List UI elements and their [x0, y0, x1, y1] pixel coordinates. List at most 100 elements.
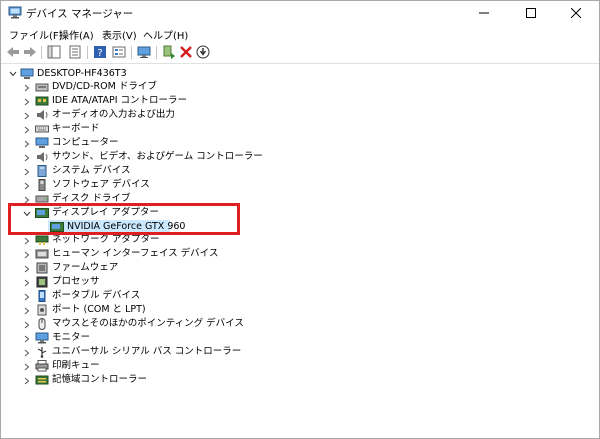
menu-view[interactable]: 表示(V): [102, 27, 137, 42]
tree-item-expander[interactable]: [22, 318, 32, 332]
tree-item-expander[interactable]: [22, 165, 32, 179]
tree-item-label: ユニバーサル シリアル バス コントローラー: [52, 346, 242, 357]
system-device-icon: [37, 165, 47, 177]
tree-item-expander[interactable]: [22, 234, 32, 248]
chevron-right-icon: [24, 321, 30, 329]
tree-item-expander[interactable]: [22, 109, 32, 123]
toolbar-separator: [87, 46, 88, 59]
tree-item-expander[interactable]: [22, 374, 32, 388]
dvd-drive-icon: [35, 83, 49, 92]
tree-item-expander[interactable]: [22, 179, 32, 193]
tree-item-expander[interactable]: [22, 262, 32, 276]
menu-file[interactable]: ファイル(F): [9, 27, 63, 42]
scan-hardware-changes-button[interactable]: [195, 44, 211, 60]
uninstall-device-icon: [180, 46, 192, 58]
tree-item-label: オーディオの入力および出力: [52, 109, 175, 120]
menu-action[interactable]: 操作(A): [59, 27, 94, 42]
update-driver-button[interactable]: [161, 44, 177, 60]
hid-icon: [35, 249, 49, 259]
tree-item-label: DVD/CD-ROM ドライブ: [52, 81, 157, 92]
toolbar-separator: [41, 46, 42, 59]
forward-button[interactable]: [22, 44, 38, 60]
tree-item-expander[interactable]: [22, 304, 32, 318]
chevron-right-icon: [24, 293, 30, 301]
help-button[interactable]: ?: [92, 44, 108, 60]
tree-item-expander[interactable]: [22, 123, 32, 137]
chevron-right-icon: [24, 182, 30, 190]
tree-item-label: ファームウェア: [52, 262, 119, 273]
tree-item-label: 記憶域コントローラー: [52, 374, 148, 385]
device-list-view-button[interactable]: [111, 44, 127, 60]
tree-item-expander[interactable]: [22, 346, 32, 360]
sound-icon: [37, 152, 48, 162]
computer-icon: [20, 68, 34, 79]
chevron-right-icon: [24, 279, 30, 287]
chevron-right-icon: [24, 126, 30, 134]
properties-icon: [69, 45, 81, 59]
minimize-icon: [479, 12, 489, 14]
tree-root-expander[interactable]: [8, 67, 18, 81]
uninstall-device-button[interactable]: [178, 44, 194, 60]
ide-controller-icon: [35, 96, 49, 106]
tree-item-label: ポータブル デバイス: [52, 290, 141, 301]
software-device-icon: [38, 179, 46, 191]
tree-item-label: コンピューター: [52, 137, 119, 148]
tree-item-label: システム デバイス: [52, 165, 131, 176]
toolbar-separator: [131, 46, 132, 59]
device-tree: DESKTOP-HF436T3 DVD/CD-ROM ドライブ IDE ATA/…: [1, 64, 599, 438]
tree-item-label: ソフトウェア デバイス: [52, 179, 150, 190]
chevron-right-icon: [24, 377, 30, 385]
tree-item-label: ネットワーク アダプター: [52, 234, 160, 245]
toolbar-separator: [156, 46, 157, 59]
forward-arrow-icon: [24, 47, 36, 57]
tree-item-label: プロセッサ: [52, 276, 100, 287]
storage-controller-icon: [35, 375, 49, 385]
printer-icon: [35, 360, 49, 372]
port-icon: [37, 304, 47, 316]
close-button[interactable]: [553, 1, 599, 25]
chevron-right-icon: [24, 265, 30, 273]
properties-button[interactable]: [67, 44, 83, 60]
network-adapter-icon: [35, 235, 49, 245]
chevron-right-icon: [24, 140, 30, 148]
maximize-icon: [526, 8, 536, 18]
back-button[interactable]: [5, 44, 21, 60]
back-arrow-icon: [7, 47, 19, 57]
help-icon: ?: [94, 46, 106, 59]
chevron-right-icon: [24, 251, 30, 259]
monitor-button[interactable]: [136, 44, 152, 60]
tree-item-label: IDE ATA/ATAPI コントローラー: [52, 95, 188, 106]
minimize-button[interactable]: [461, 1, 507, 25]
keyboard-icon: [35, 125, 49, 133]
tree-item-expander[interactable]: [22, 276, 32, 290]
title-bar[interactable]: デバイス マネージャー: [1, 1, 599, 25]
tree-item-expander[interactable]: [22, 95, 32, 109]
chevron-right-icon: [24, 363, 30, 371]
tree-item-expander[interactable]: [22, 81, 32, 95]
maximize-button[interactable]: [508, 1, 554, 25]
tree-item-expander[interactable]: [22, 360, 32, 374]
tree-item-expander[interactable]: [22, 248, 32, 262]
chevron-right-icon: [24, 98, 30, 106]
tree-item-expander[interactable]: [22, 151, 32, 165]
device-manager-window: デバイス マネージャー ファイル(F) 操作(A) 表示(V) ヘルプ(H) ?…: [0, 0, 600, 439]
tree-item-label: マウスとそのほかのポインティング デバイス: [52, 318, 244, 329]
scan-hardware-changes-icon: [196, 45, 210, 59]
menu-help[interactable]: ヘルプ(H): [143, 27, 188, 42]
tree-item-label: ヒューマン インターフェイス デバイス: [52, 248, 219, 259]
chevron-right-icon: [24, 168, 30, 176]
tree-item-label: 印刷キュー: [52, 360, 100, 371]
chevron-right-icon: [24, 335, 30, 343]
device-manager-icon: [8, 6, 22, 19]
tree-item-expander[interactable]: [22, 332, 32, 346]
mouse-icon: [38, 318, 46, 330]
tree-root-label[interactable]: DESKTOP-HF436T3: [37, 68, 127, 80]
tree-item-label: キーボード: [52, 123, 100, 134]
usb-icon: [37, 347, 47, 358]
tree-item-expander[interactable]: [22, 137, 32, 151]
tree-item-expander[interactable]: [22, 290, 32, 304]
annotation-highlight-box: [8, 203, 240, 235]
show-hide-console-tree-button[interactable]: [46, 44, 62, 60]
tree-item-label: サウンド、ビデオ、およびゲーム コントローラー: [52, 151, 263, 162]
chevron-right-icon: [24, 84, 30, 92]
